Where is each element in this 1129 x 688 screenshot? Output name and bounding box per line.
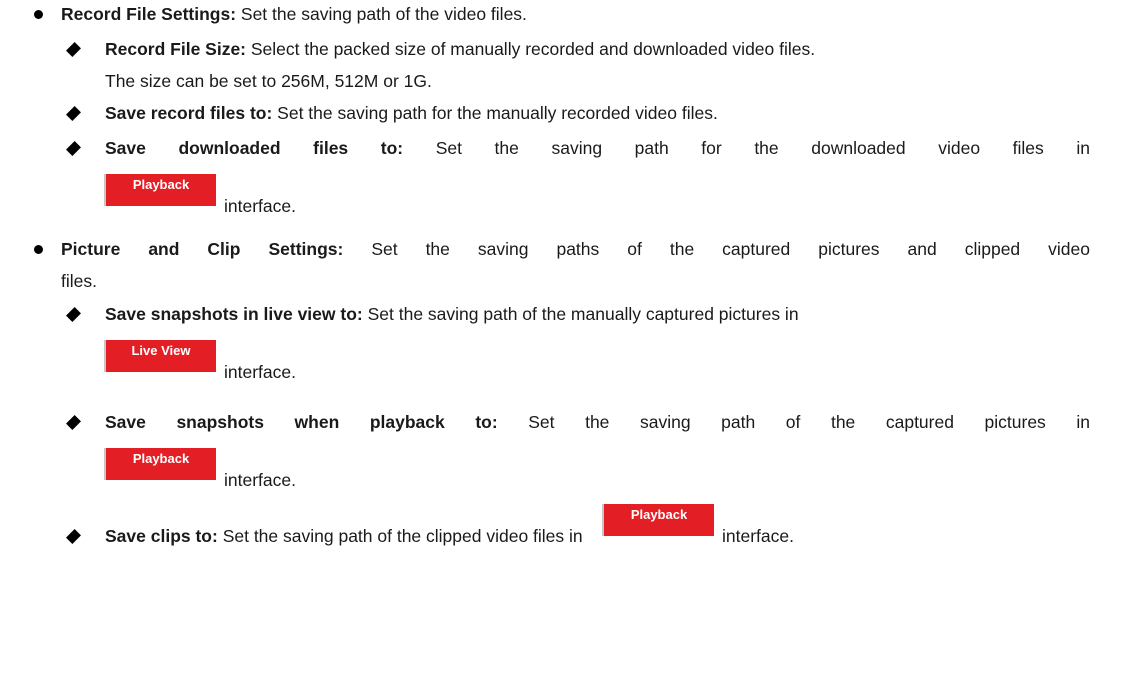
item-heading: Save downloaded files to: [105,138,404,158]
item-continuation: The size can be set to 256M, 512M or 1G. [105,71,432,91]
interface-suffix: interface. [722,526,794,546]
playback-button[interactable]: Playback [104,448,216,480]
circle-bullet-icon [34,245,43,254]
item-text: Set the saving path of the captured pict… [497,412,1091,432]
diamond-bullet-icon [66,141,81,156]
item-heading: Save snapshots in live view to: [105,304,363,324]
section-text: Set the saving path of the video files. [236,4,527,24]
live-view-button[interactable]: Live View [104,340,216,372]
interface-suffix: interface. [224,470,296,490]
item-save-snapshots-playback: Save snapshots when playback to: Set the… [105,410,1090,434]
section-text: Set the saving paths of the captured pic… [343,239,1090,259]
item-save-record-files: Save record files to: Set the saving pat… [105,101,718,125]
section-continuation: files. [61,271,97,291]
diamond-bullet-icon [66,415,81,430]
playback-button[interactable]: Playback [602,504,714,536]
diamond-bullet-icon [66,42,81,57]
item-heading: Record File Size: [105,39,247,59]
item-text: Set the saving path for the manually rec… [272,103,718,123]
item-text: Set the saving path for the downloaded v… [403,138,1090,158]
item-save-snapshots-live: Save snapshots in live view to: Set the … [105,302,799,326]
item-heading: Save snapshots when playback to: [105,412,498,432]
diamond-bullet-icon [66,529,81,544]
section-picture-clip-settings: Picture and Clip Settings: Set the savin… [61,237,1090,261]
circle-bullet-icon [34,10,43,19]
item-save-downloaded-files: Save downloaded files to: Set the saving… [105,136,1090,160]
item-text: Set the saving path of the clipped video… [217,526,583,546]
interface-suffix: interface. [224,196,296,216]
item-text: Select the packed size of manually recor… [246,39,816,59]
section-heading: Record File Settings: [61,4,237,24]
item-save-clips: Save clips to: Set the saving path of th… [105,524,583,548]
item-text: Set the saving path of the manually capt… [362,304,799,324]
document-page: Record File Settings: Set the saving pat… [0,0,1129,688]
item-heading: Save record files to: [105,103,273,123]
item-heading: Save clips to: [105,526,218,546]
interface-suffix: interface. [224,362,296,382]
section-record-file-settings: Record File Settings: Set the saving pat… [61,2,527,26]
item-record-file-size: Record File Size: Select the packed size… [105,37,815,61]
section-heading: Picture and Clip Settings: [61,239,344,259]
diamond-bullet-icon [66,307,81,322]
playback-button[interactable]: Playback [104,174,216,206]
diamond-bullet-icon [66,106,81,121]
